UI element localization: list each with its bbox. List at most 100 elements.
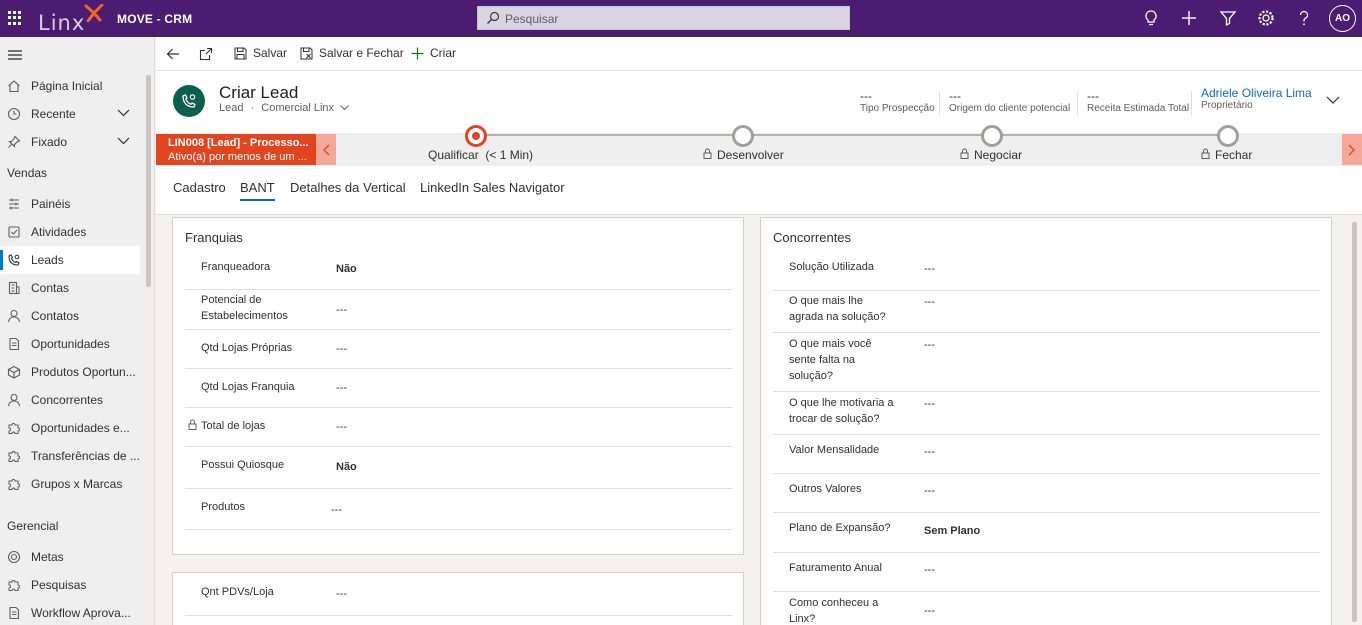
- header-field-origem[interactable]: --- Origem do cliente potencial: [949, 89, 1070, 114]
- field-value[interactable]: ---: [924, 263, 935, 275]
- sidebar-item-oportunidades-e[interactable]: Oportunidades e...: [0, 414, 140, 442]
- sidebar-item-pagina-inicial[interactable]: Página Inicial: [0, 72, 140, 100]
- field-label: Produtos: [201, 501, 246, 513]
- field-faturamento-anual[interactable]: Faturamento Anual ---: [773, 553, 1320, 592]
- field-valor-mensalidade[interactable]: Valor Mensalidade ---: [773, 435, 1320, 474]
- field-value[interactable]: ---: [336, 343, 347, 355]
- form-selector[interactable]: Comercial Linx: [261, 102, 334, 114]
- sidebar-item-atividades[interactable]: Atividades: [0, 218, 140, 246]
- sidebar-item-label: Metas: [31, 550, 64, 564]
- field-total-lojas[interactable]: Total de lojas ---: [185, 408, 732, 447]
- bpf-stage-dot-desenvolver[interactable]: [732, 125, 754, 147]
- field-possui-quiosque[interactable]: Possui Quiosque Não: [185, 447, 732, 489]
- app-launcher-icon[interactable]: [8, 11, 22, 25]
- header-field-receita[interactable]: --- Receita Estimada Total: [1087, 89, 1189, 114]
- search-box[interactable]: Pesquisar: [477, 6, 850, 30]
- field-value[interactable]: ---: [336, 304, 347, 316]
- save-button[interactable]: Salvar: [234, 46, 287, 60]
- field-value[interactable]: Não: [336, 263, 357, 275]
- tab-bant[interactable]: BANT: [240, 180, 275, 201]
- sidebar-item-contatos[interactable]: Contatos: [0, 302, 140, 330]
- bpf-stage-negociar[interactable]: Negociar: [960, 148, 1022, 162]
- field-value[interactable]: Sem Plano: [924, 525, 980, 537]
- field-qtd-lojas-franquia[interactable]: Qtd Lojas Franquia ---: [185, 369, 732, 408]
- app-name[interactable]: MOVE - CRM: [117, 12, 192, 26]
- settings-gear-icon[interactable]: [1256, 8, 1276, 28]
- field-plano-expansao[interactable]: Plano de Expansão? Sem Plano: [773, 513, 1320, 553]
- field-o-que-motivaria[interactable]: O que lhe motivaria a trocar de solução?…: [773, 392, 1320, 435]
- field-produtos[interactable]: Produtos ---: [185, 489, 732, 530]
- chevron-down-icon[interactable]: [117, 137, 130, 145]
- field-value[interactable]: ---: [924, 339, 935, 351]
- field-value[interactable]: ---: [924, 296, 935, 308]
- field-outros-valores[interactable]: Outros Valores ---: [773, 474, 1320, 513]
- field-como-conheceu[interactable]: Como conheceu a Linx? ---: [773, 592, 1320, 625]
- sidebar-item-concorrentes[interactable]: Concorrentes: [0, 386, 140, 414]
- content-scrollbar[interactable]: [1352, 222, 1357, 622]
- chevron-down-icon[interactable]: [117, 109, 130, 117]
- field-value[interactable]: ---: [924, 446, 935, 458]
- bpf-stage-dot-negociar[interactable]: [981, 125, 1003, 147]
- field-franqueadora[interactable]: Franqueadora Não: [185, 254, 732, 290]
- sidebar-item-paineis[interactable]: Painéis: [0, 190, 140, 218]
- tab-linkedin[interactable]: LinkedIn Sales Navigator: [420, 180, 565, 195]
- sidebar-item-contas[interactable]: Contas: [0, 274, 140, 302]
- sidebar-item-fixado[interactable]: Fixado: [0, 128, 140, 156]
- bpf-stage-qualificar[interactable]: Qualificar (< 1 Min): [428, 148, 533, 162]
- field-o-que-agrada[interactable]: O que mais lhe agrada na solução? ---: [773, 291, 1320, 333]
- linx-logo[interactable]: Linx: [36, 4, 106, 35]
- chevron-down-icon[interactable]: [340, 105, 349, 111]
- lightbulb-icon[interactable]: [1141, 8, 1161, 28]
- sidebar-item-oportunidades[interactable]: Oportunidades: [0, 330, 140, 358]
- field-value[interactable]: Não: [336, 461, 357, 473]
- sidebar-item-grupos-marcas[interactable]: Grupos x Marcas: [0, 470, 140, 498]
- back-arrow-icon[interactable]: [166, 47, 180, 61]
- bpf-stage-desenvolver[interactable]: Desenvolver: [703, 148, 784, 162]
- tab-cadastro[interactable]: Cadastro: [173, 180, 226, 195]
- activities-icon: [8, 226, 20, 238]
- field-value[interactable]: ---: [924, 398, 935, 410]
- bpf-next-button[interactable]: [1342, 134, 1362, 165]
- bpf-stage-dot-fechar[interactable]: [1217, 125, 1239, 147]
- sidebar-item-leads[interactable]: Leads: [0, 246, 140, 274]
- chevron-right-icon: [1348, 144, 1355, 156]
- open-new-window-icon[interactable]: [199, 47, 213, 61]
- bpf-process-flag[interactable]: LIN008 [Lead] - Processo... Ativo(a) por…: [156, 134, 316, 165]
- bpf-stage-fechar[interactable]: Fechar: [1201, 148, 1252, 162]
- field-value[interactable]: ---: [924, 564, 935, 576]
- logo-x-mark-icon: [84, 4, 104, 22]
- sidebar-item-recente[interactable]: Recente: [0, 100, 140, 128]
- field-value[interactable]: ---: [331, 504, 342, 516]
- hamburger-menu-icon[interactable]: [8, 49, 22, 61]
- sidebar-item-produtos-oportunidade[interactable]: Produtos Oportun...: [0, 358, 140, 386]
- field-value[interactable]: ---: [336, 588, 347, 600]
- filter-icon[interactable]: [1218, 8, 1238, 28]
- header-field-proprietario[interactable]: Adriele Oliveira Lima Proprietário: [1201, 86, 1312, 111]
- plus-icon[interactable]: [1179, 8, 1199, 28]
- sidebar-item-metas[interactable]: Metas: [0, 543, 140, 571]
- save-and-close-button[interactable]: Salvar e Fechar: [300, 46, 404, 60]
- sidebar-item-pesquisas[interactable]: Pesquisas: [0, 571, 140, 599]
- tab-detalhes-vertical[interactable]: Detalhes da Vertical: [290, 180, 406, 195]
- help-icon[interactable]: [1294, 8, 1314, 28]
- create-button[interactable]: Criar: [411, 46, 456, 60]
- field-potencial-estabelecimentos[interactable]: Potencial de Estabelecimentos ---: [185, 290, 732, 330]
- field-value[interactable]: ---: [924, 605, 935, 617]
- divider: [1077, 91, 1078, 115]
- sidebar-scrollbar[interactable]: [146, 75, 151, 287]
- bpf-stage-dot-qualificar[interactable]: [465, 125, 487, 147]
- field-qtd-lojas-proprias[interactable]: Qtd Lojas Próprias ---: [185, 330, 732, 369]
- bpf-prev-button[interactable]: [316, 134, 336, 165]
- field-solucao-utilizada[interactable]: Solução Utilizada ---: [773, 254, 1320, 291]
- owner-link[interactable]: Adriele Oliveira Lima: [1201, 86, 1312, 100]
- sidebar-item-workflow-aprovacao[interactable]: Workflow Aprova...: [0, 599, 140, 625]
- field-qnt-pdvs-loja[interactable]: Qnt PDVs/Loja ---: [185, 575, 732, 616]
- sidebar-item-transferencias[interactable]: Transferências de ...: [0, 442, 140, 470]
- field-value[interactable]: ---: [336, 382, 347, 394]
- field-value[interactable]: ---: [924, 485, 935, 497]
- expand-header-chevron-icon[interactable]: [1326, 96, 1340, 104]
- user-avatar[interactable]: AO: [1329, 5, 1356, 32]
- dashboard-icon: [9, 198, 19, 210]
- header-field-tipo-prospeccao[interactable]: --- Tipo Prospecção: [860, 89, 935, 114]
- field-o-que-sente-falta[interactable]: O que mais você sente falta na solução? …: [773, 333, 1320, 392]
